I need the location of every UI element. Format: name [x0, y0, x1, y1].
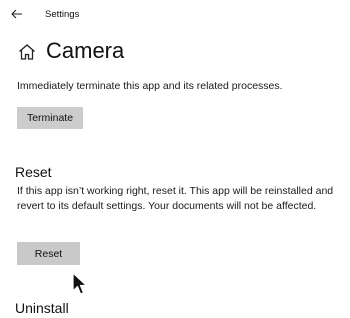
- home-icon[interactable]: [17, 42, 37, 62]
- window-title: Settings: [45, 9, 80, 20]
- terminate-button[interactable]: Terminate: [17, 107, 83, 129]
- title-bar: Settings: [0, 0, 350, 30]
- page-title: Camera: [46, 38, 125, 63]
- back-arrow-icon: [11, 9, 22, 19]
- terminate-description: Immediately terminate this app and its r…: [17, 80, 283, 92]
- reset-button[interactable]: Reset: [17, 242, 80, 265]
- reset-heading: Reset: [15, 164, 52, 180]
- settings-window: Settings Camera Immediately terminate th…: [0, 0, 350, 318]
- back-button[interactable]: [8, 5, 26, 23]
- uninstall-heading: Uninstall: [15, 300, 69, 316]
- mouse-pointer-icon: [72, 272, 88, 295]
- reset-description: If this app isn’t working right, reset i…: [17, 185, 334, 212]
